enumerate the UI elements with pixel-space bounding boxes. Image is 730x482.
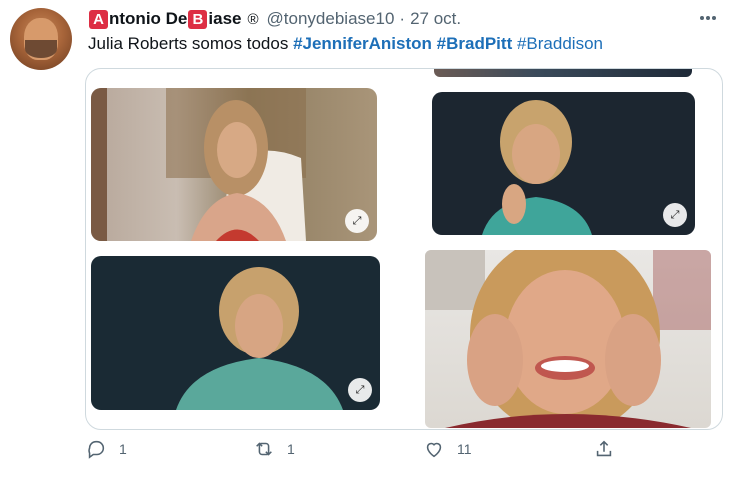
like-icon — [426, 442, 442, 458]
julia-illustration — [425, 250, 711, 428]
share-icon — [596, 440, 612, 457]
tweet[interactable]: A ntonio De B iase ® @tonydebiase10 · 27… — [0, 0, 730, 482]
registered-icon: ® — [247, 10, 259, 28]
more-icon[interactable] — [696, 6, 720, 30]
share-button[interactable] — [593, 438, 615, 460]
media-tile-brad-top[interactable]: ⤢ — [432, 92, 695, 235]
tweet-header: A ntonio De B iase ® @tonydebiase10 · 27… — [88, 8, 461, 30]
hashtag-braddison[interactable]: #Braddison — [517, 34, 603, 53]
separator: · — [399, 9, 406, 28]
author-name-part2: iase — [208, 9, 242, 28]
author-name-part1: ntonio De — [109, 9, 188, 28]
retweet-icon — [256, 442, 272, 456]
reply-count: 1 — [119, 441, 127, 457]
author-name[interactable]: A ntonio De B iase ® — [88, 9, 259, 29]
letter-a-icon: A — [89, 9, 108, 29]
tweet-text: Julia Roberts somos todos #JenniferAnist… — [88, 34, 603, 54]
retweet-count: 1 — [287, 441, 295, 457]
tweet-date[interactable]: 27 oct. — [410, 9, 461, 29]
jennifer-illustration — [91, 88, 306, 241]
retweet-button[interactable]: 1 — [253, 438, 295, 460]
expand-icon[interactable]: ⤢ — [345, 209, 369, 233]
reply-button[interactable]: 1 — [85, 438, 127, 460]
media-tile-julia[interactable] — [425, 250, 711, 428]
media-tile-top-strip — [434, 69, 692, 77]
expand-icon[interactable]: ⤢ — [663, 203, 687, 227]
media-tile-brad-bottom[interactable]: ⤢ — [91, 256, 380, 410]
hashtag-bradpitt[interactable]: #BradPitt — [437, 34, 513, 53]
like-button[interactable]: 11 — [423, 438, 472, 460]
media-gif[interactable]: ⤢ ⤢ ⤢ — [85, 68, 723, 430]
like-count: 11 — [457, 441, 472, 457]
brad-top-illustration — [482, 100, 592, 235]
expand-icon[interactable]: ⤢ — [348, 378, 372, 402]
action-bar: 1 1 11 — [85, 438, 625, 468]
hashtag-jenniferaniston[interactable]: #JenniferAniston — [293, 34, 432, 53]
avatar[interactable] — [10, 8, 72, 70]
author-handle[interactable]: @tonydebiase10 — [267, 9, 395, 29]
reply-icon — [88, 440, 105, 459]
brad-bottom-illustration — [176, 267, 343, 410]
letter-b-icon: B — [188, 9, 208, 29]
media-tile-jennifer[interactable]: ⤢ — [91, 88, 377, 241]
tweet-text-plain: Julia Roberts somos todos — [88, 34, 289, 53]
avatar-beard — [25, 40, 57, 58]
